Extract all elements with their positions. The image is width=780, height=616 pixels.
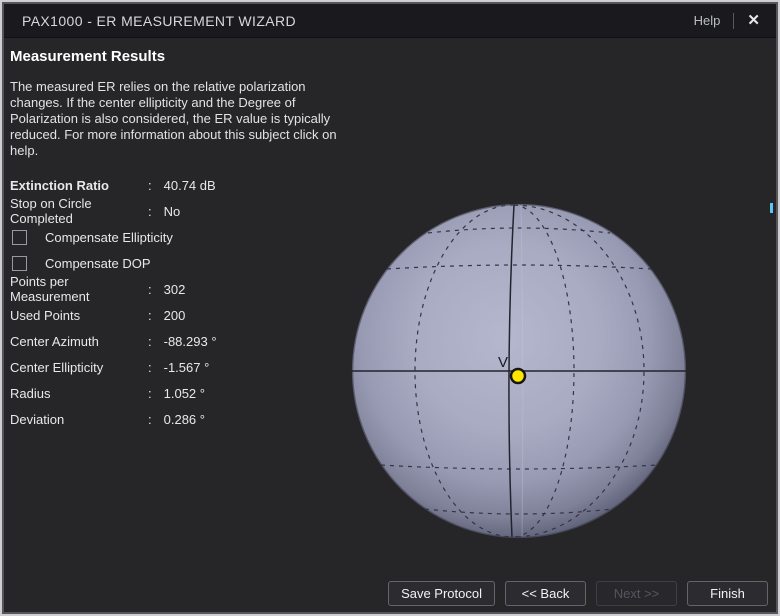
- checkbox-label: Compensate Ellipticity: [45, 230, 173, 245]
- field-value: 0.286 °: [164, 412, 205, 427]
- help-link[interactable]: Help: [690, 11, 725, 30]
- field-label: Stop on Circle Completed: [10, 196, 148, 226]
- field-value: 40.74 dB: [164, 178, 216, 193]
- field-label: Center Ellipticity: [10, 360, 148, 375]
- close-icon[interactable]: ✕: [743, 11, 764, 30]
- colon: :: [148, 178, 152, 193]
- checkbox-label: Compensate DOP: [45, 256, 151, 271]
- compensate-ellipticity-checkbox[interactable]: [12, 230, 27, 245]
- field-value: 200: [164, 308, 186, 323]
- back-button[interactable]: << Back: [505, 581, 586, 606]
- field-label: Deviation: [10, 412, 148, 427]
- scroll-indicator[interactable]: [770, 203, 773, 213]
- field-label: Points per Measurement: [10, 274, 148, 304]
- field-label: Radius: [10, 386, 148, 401]
- colon: :: [148, 334, 152, 349]
- colon: :: [148, 360, 152, 375]
- field-label: Used Points: [10, 308, 148, 323]
- window-title: PAX1000 - ER MEASUREMENT WIZARD: [22, 13, 690, 29]
- titlebar: PAX1000 - ER MEASUREMENT WIZARD Help ✕: [4, 4, 776, 38]
- save-protocol-button[interactable]: Save Protocol: [388, 581, 495, 606]
- wizard-window: PAX1000 - ER MEASUREMENT WIZARD Help ✕ M…: [0, 0, 780, 616]
- field-label: Center Azimuth: [10, 334, 148, 349]
- colon: :: [148, 282, 152, 297]
- finish-button[interactable]: Finish: [687, 581, 768, 606]
- field-value: -1.567 °: [164, 360, 210, 375]
- next-button[interactable]: Next >>: [596, 581, 677, 606]
- colon: :: [148, 308, 152, 323]
- field-value: 302: [164, 282, 186, 297]
- compensate-dop-checkbox[interactable]: [12, 256, 27, 271]
- field-value: No: [164, 204, 181, 219]
- colon: :: [148, 204, 152, 219]
- titlebar-divider: [733, 13, 734, 29]
- poincare-sphere-canvas: V: [332, 184, 722, 574]
- measurement-point: [511, 369, 525, 383]
- poincare-sphere-view[interactable]: V: [332, 184, 722, 574]
- field-label: Extinction Ratio: [10, 178, 148, 193]
- colon: :: [148, 412, 152, 427]
- field-value: -88.293 °: [164, 334, 217, 349]
- page-title: Measurement Results: [10, 48, 390, 65]
- colon: :: [148, 386, 152, 401]
- v-pole-label: V: [498, 354, 508, 371]
- field-value: 1.052 °: [164, 386, 205, 401]
- description-text: The measured ER relies on the relative p…: [10, 79, 340, 159]
- wizard-button-bar: Save Protocol << Back Next >> Finish: [388, 581, 768, 606]
